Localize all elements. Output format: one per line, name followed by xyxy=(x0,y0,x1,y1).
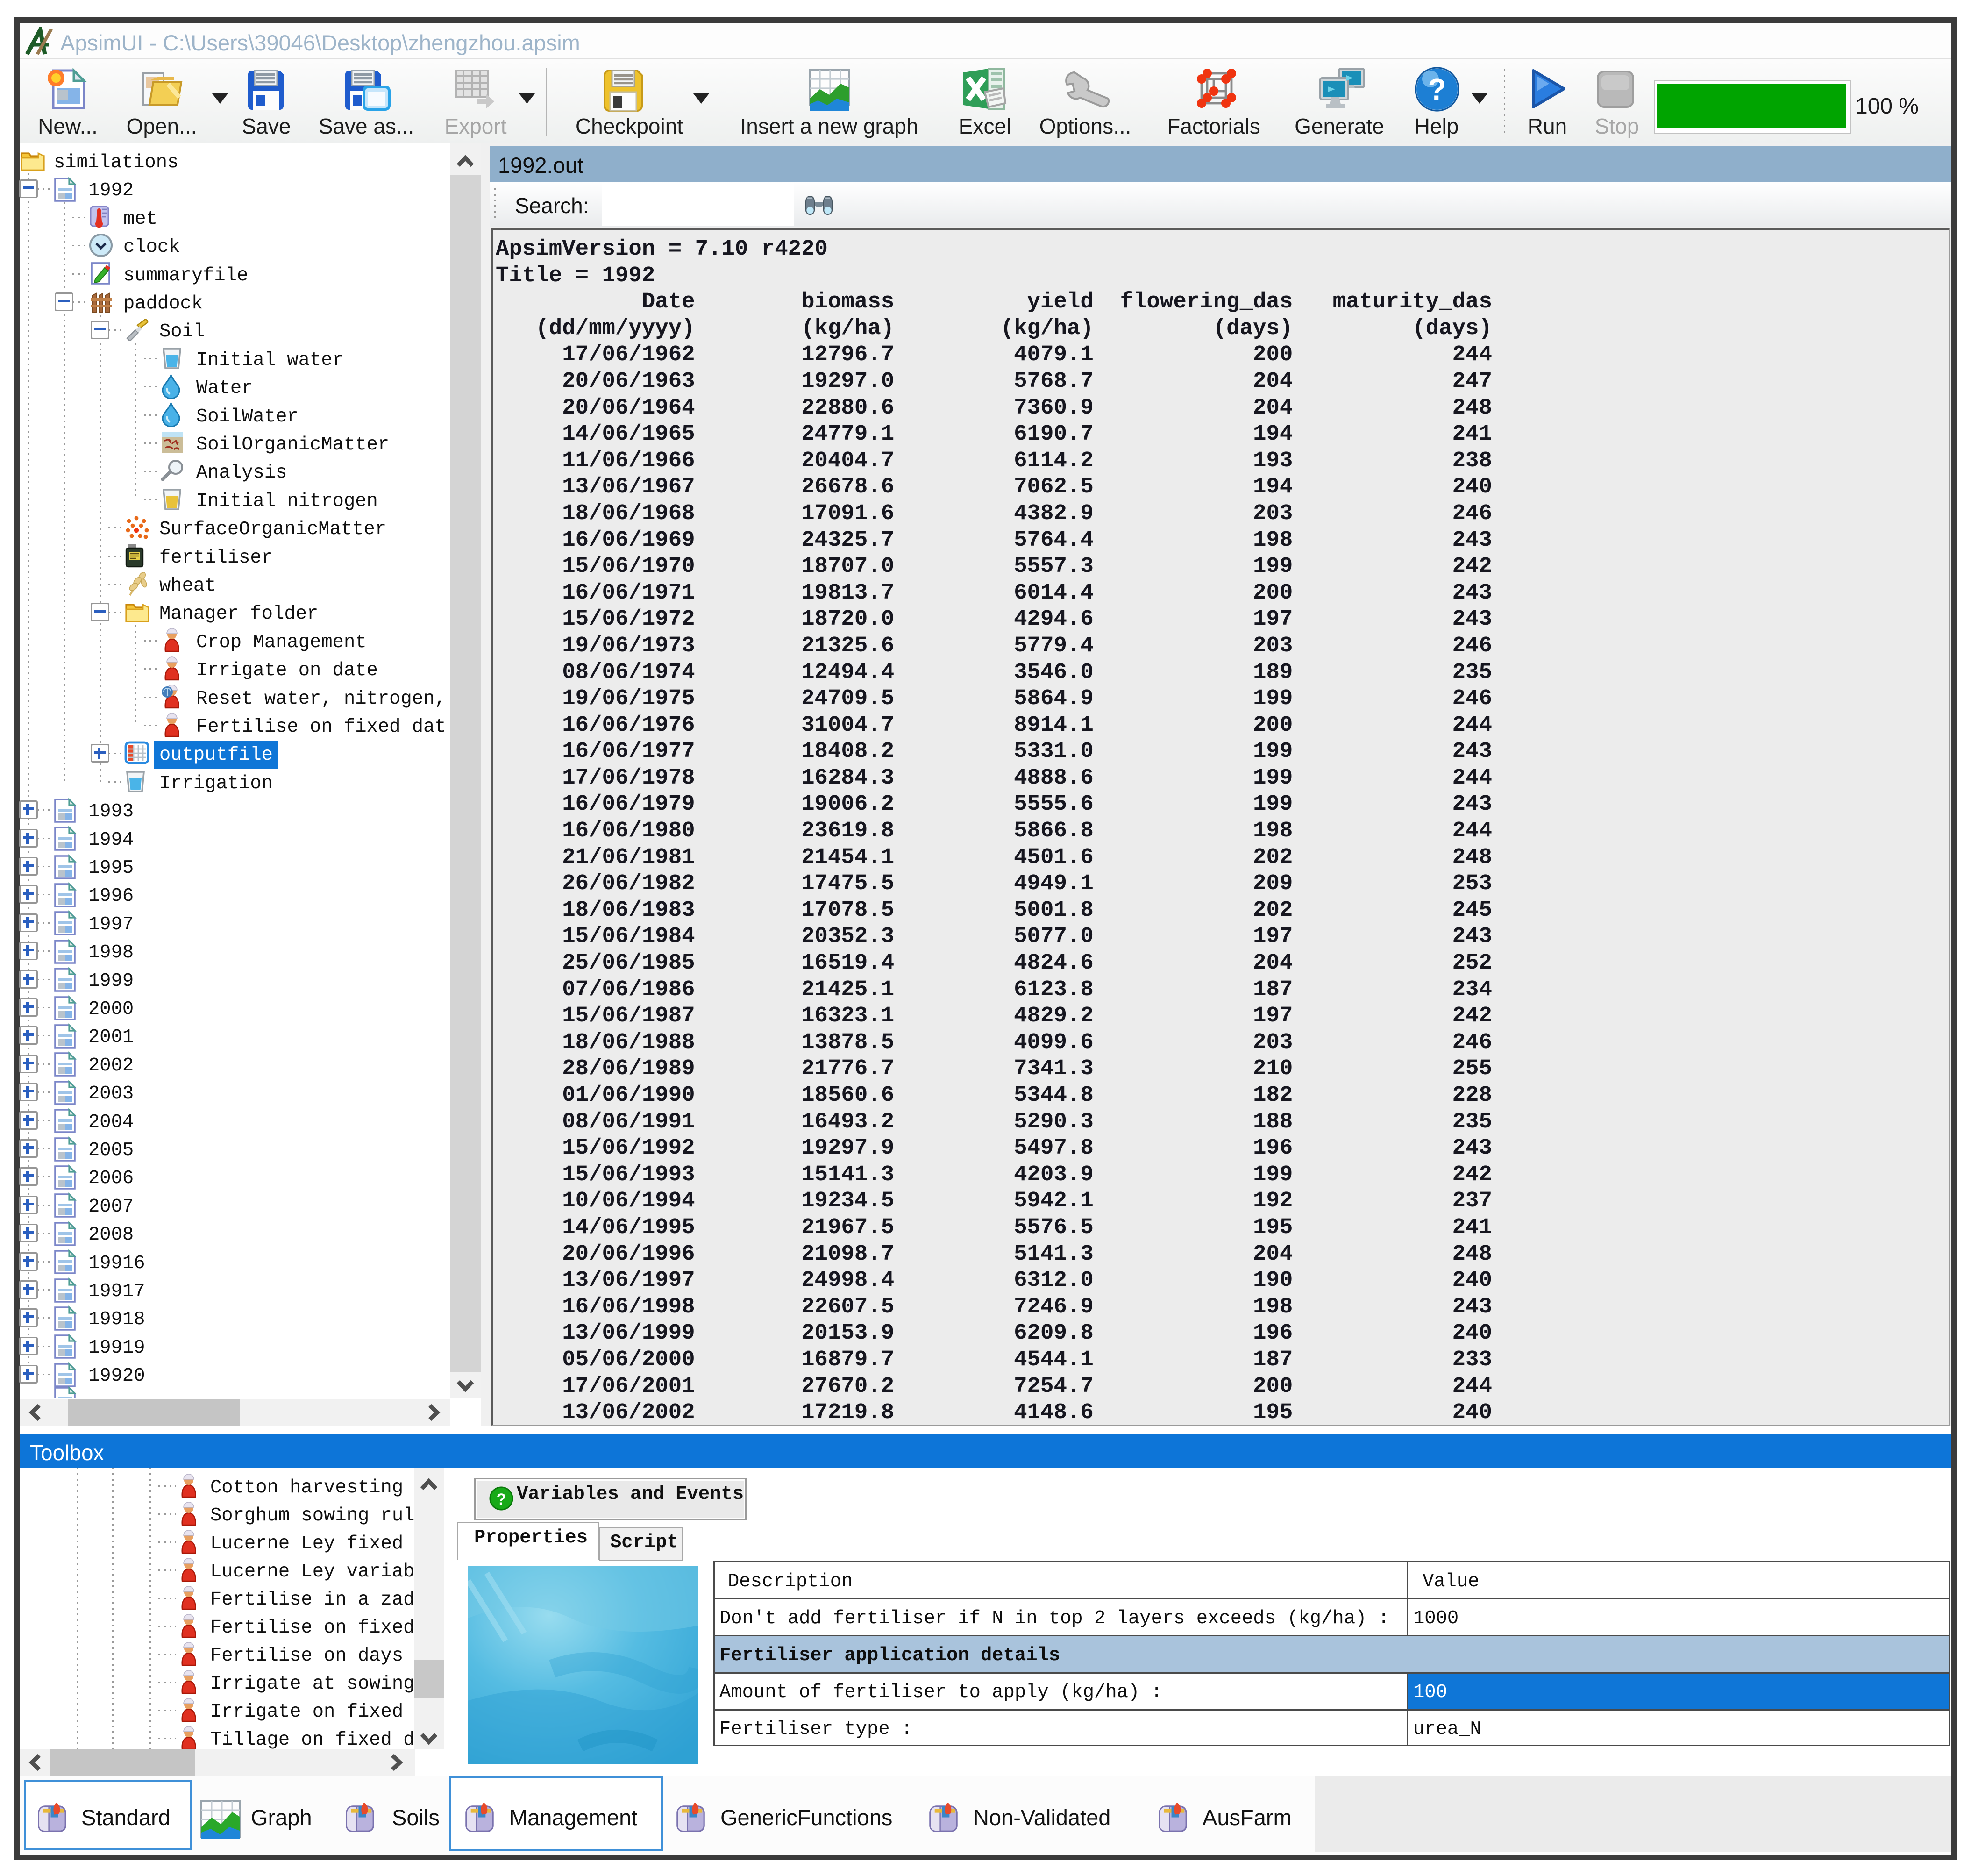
svg-text:?: ? xyxy=(1428,72,1446,106)
svg-text:?: ? xyxy=(497,1491,506,1508)
